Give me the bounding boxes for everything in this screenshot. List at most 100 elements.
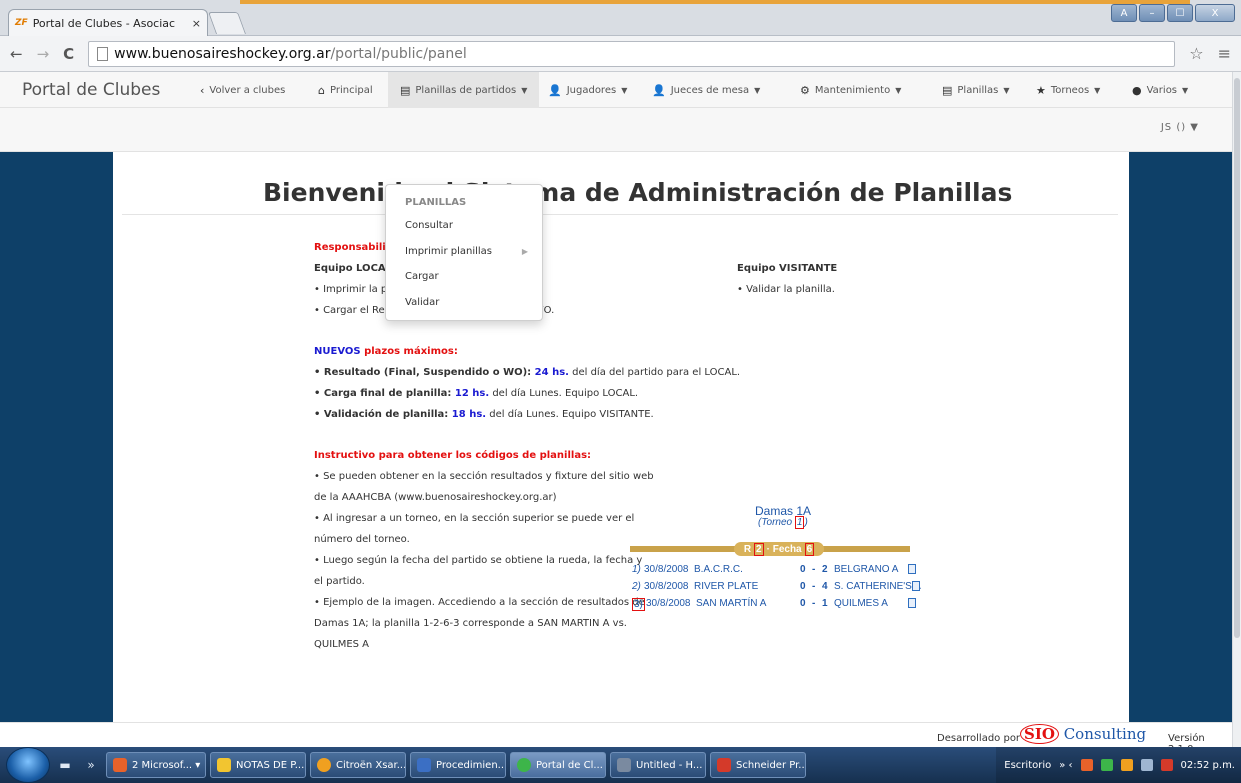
score-separator: -	[812, 598, 816, 609]
match-number: 2)	[632, 581, 641, 592]
planillas-dropdown-menu: PLANILLAS Consultar Imprimir planillas ▶…	[385, 184, 543, 321]
title-divider	[122, 214, 1118, 215]
paint-icon	[617, 758, 631, 772]
menu-item-consultar[interactable]: Consultar	[386, 213, 542, 239]
taskbar-item-label: Citroën Xsar...	[336, 759, 406, 771]
nav-label: Torneos	[1050, 84, 1090, 96]
visitor-item: • Validar la planilla.	[737, 284, 835, 295]
nav-planillas-de-partidos[interactable]: ▤ Planillas de partidos ▼	[388, 72, 540, 108]
deadline-time: 18 hs.	[451, 409, 487, 420]
user-icon: 👤	[652, 83, 666, 97]
new-tab-button[interactable]	[207, 12, 247, 34]
clock[interactable]: 02:52 p.m.	[1181, 760, 1235, 771]
nav-label: Volver a clubes	[209, 84, 286, 96]
taskbar-item-label: Untitled - H...	[636, 759, 703, 771]
deadlines-title: NUEVOS plazos máximos:	[314, 341, 740, 362]
nav-volver-a-clubes[interactable]: ‹ Volver a clubes	[200, 72, 285, 108]
desktop-toolbar-label[interactable]: Escritorio	[1004, 760, 1051, 771]
fixture-example-image: Damas 1A (Torneo 1) R 2 · Fecha 6 1) 30/…	[630, 504, 921, 614]
system-tray: Escritorio » ‹ 02:52 p.m.	[996, 747, 1241, 783]
close-window-button[interactable]: X	[1195, 4, 1235, 22]
favicon-icon: ZF	[15, 18, 28, 28]
start-button[interactable]	[6, 747, 50, 783]
nav-jueces-de-mesa[interactable]: 👤 Jueces de mesa ▼	[652, 72, 760, 108]
instructions-title: Instructivo para obtener los códigos de …	[314, 450, 592, 461]
menu-item-imprimir-planillas[interactable]: Imprimir planillas ▶	[386, 239, 542, 265]
page-title: Bienvenido al Sistema de Administración …	[263, 178, 1013, 207]
show-desktop-icon[interactable]: ▬	[54, 753, 76, 777]
instructions-section: Instructivo para obtener los códigos de …	[314, 445, 654, 655]
url-path: /portal/public/panel	[330, 45, 467, 62]
left-background-panel	[0, 152, 113, 722]
round-number: 2	[754, 542, 764, 556]
scrollbar-thumb[interactable]	[1234, 78, 1240, 638]
match-date: 30/8/2008	[644, 564, 689, 575]
tab-title: Portal de Clubes - Asociac	[32, 16, 176, 30]
match-number-box: 3)	[632, 598, 645, 611]
user-menu[interactable]: JS () ▼	[1161, 122, 1199, 133]
nav-planillas[interactable]: ▤ Planillas ▼	[942, 72, 1010, 108]
taskbar-item-microsoft[interactable]: 2 Microsof... ▾	[106, 752, 206, 778]
logo-text: Consulting	[1063, 725, 1147, 743]
caret-down-icon: ▼	[1094, 85, 1101, 95]
minimize-button[interactable]: –	[1139, 4, 1165, 22]
home-team: SAN MARTÍN A	[696, 598, 767, 609]
right-background-panel	[1129, 152, 1232, 722]
list-icon: ▤	[400, 83, 411, 97]
away-team: QUILMES A	[834, 598, 888, 609]
page-scrollbar[interactable]	[1232, 72, 1241, 747]
quicklaunch-overflow-icon[interactable]: »	[80, 753, 102, 777]
taskbar-item-notas[interactable]: NOTAS DE P...	[210, 752, 306, 778]
fixture-row: 3) 30/8/2008 SAN MARTÍN A 0 - 1 QUILMES …	[630, 598, 920, 614]
sub-navbar: JS () ▼	[0, 108, 1241, 152]
close-tab-icon[interactable]: ×	[192, 17, 201, 30]
nav-torneos[interactable]: ★ Torneos ▼	[1036, 72, 1100, 108]
network-icon[interactable]	[1140, 759, 1153, 771]
tray-app-icon[interactable]	[1120, 759, 1133, 771]
developed-by-label: Desarrollado por	[937, 733, 1021, 744]
tray-overflow-icon[interactable]: » ‹	[1059, 760, 1072, 771]
tray-app-icon[interactable]	[1080, 759, 1093, 771]
address-bar[interactable]: www.buenosaireshockey.org.ar/portal/publ…	[88, 40, 1176, 67]
user-profile-button[interactable]: A	[1111, 4, 1137, 22]
taskbar-item-portal[interactable]: Portal de Cl...	[510, 752, 606, 778]
fixture-row: 2) 30/8/2008 RIVER PLATE 0 - 4 S. CATHER…	[630, 581, 921, 597]
reload-icon[interactable]: C	[63, 45, 74, 63]
instruction-line: • Se pueden obtener en la sección result…	[314, 471, 654, 482]
menu-item-validar[interactable]: Validar	[386, 290, 542, 316]
user-icon: 👤	[548, 83, 562, 97]
word-icon	[417, 758, 431, 772]
menu-item-cargar[interactable]: Cargar	[386, 264, 542, 290]
taskbar-item-procedimientos[interactable]: Procedimien...	[410, 752, 506, 778]
score-separator: -	[812, 564, 816, 575]
browser-tab[interactable]: ZF Portal de Clubes - Asociac ×	[8, 9, 208, 36]
tab-strip-accent	[240, 0, 1190, 4]
nav-principal[interactable]: ⌂ Principal	[318, 72, 373, 108]
taskbar-item-label: Portal de Cl...	[536, 759, 603, 771]
forward-arrow-icon[interactable]: →	[37, 45, 50, 63]
gear-icon: ⚙	[800, 83, 810, 97]
taskbar-item-citroen[interactable]: Citroën Xsar...	[310, 752, 406, 778]
volume-icon[interactable]	[1160, 759, 1173, 771]
deadline-label: • Resultado (Final, Suspendido o WO):	[314, 367, 535, 378]
caret-down-icon: ▼	[895, 85, 902, 95]
bookmark-star-icon[interactable]: ☆	[1189, 44, 1203, 63]
maximize-button[interactable]: ☐	[1167, 4, 1193, 22]
match-date: 30/8/2008	[646, 598, 691, 609]
browser-menu-icon[interactable]: ≡	[1218, 44, 1231, 63]
taskbar-item-untitled[interactable]: Untitled - H...	[610, 752, 706, 778]
list-icon: ▤	[942, 83, 953, 97]
nav-varios[interactable]: ● Varios ▼	[1132, 72, 1188, 108]
taskbar-item-schneider[interactable]: Schneider Pr...	[710, 752, 806, 778]
home-score: 0	[800, 581, 806, 592]
url-host: www.buenosaireshockey.org.ar	[114, 45, 331, 62]
nav-jugadores[interactable]: 👤 Jugadores ▼	[548, 72, 627, 108]
back-arrow-icon[interactable]: ←	[10, 45, 23, 63]
star-icon: ★	[1036, 83, 1046, 97]
nav-mantenimiento[interactable]: ⚙ Mantenimiento ▼	[800, 72, 901, 108]
deadline-text: del día Lunes. Equipo LOCAL.	[489, 388, 639, 399]
brand-link[interactable]: Portal de Clubes	[22, 80, 160, 100]
tray-app-icon[interactable]	[1100, 759, 1113, 771]
instruction-line: Damas 1A; la planilla 1-2-6-3 correspond…	[314, 618, 627, 629]
web-page: Portal de Clubes ‹ Volver a clubes ⌂ Pri…	[0, 72, 1241, 755]
